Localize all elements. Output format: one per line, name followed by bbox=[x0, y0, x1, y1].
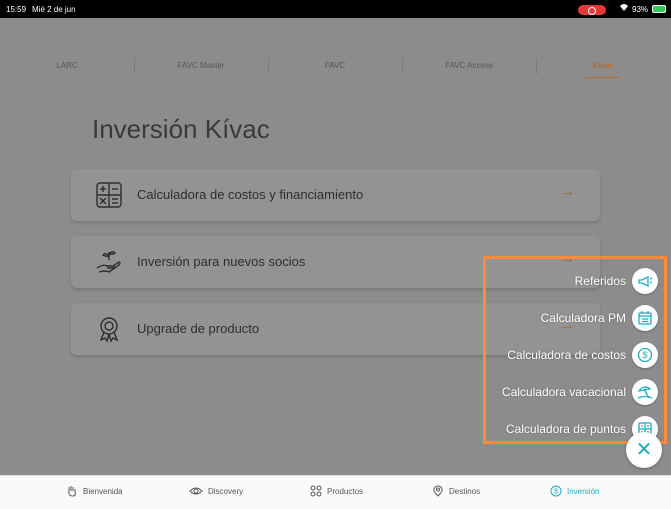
hand-wave-icon bbox=[68, 486, 76, 497]
fab-item-label: Calculadora de costos bbox=[507, 348, 626, 362]
fab-item-calculadora-vacacional[interactable]: Calculadora vacacional bbox=[502, 377, 658, 407]
status-time: 15:59 bbox=[6, 5, 27, 14]
card-label: Inversión para nuevos socios bbox=[137, 254, 306, 269]
svg-text:$: $ bbox=[642, 350, 647, 360]
tab-label: FAVC bbox=[324, 61, 346, 70]
beach-umbrella-icon bbox=[632, 379, 658, 405]
calculator-icon bbox=[95, 181, 123, 209]
eye-icon bbox=[189, 487, 203, 495]
nav-item-discovery[interactable]: Discovery bbox=[189, 485, 243, 497]
app-content: LARC FAVC Master FAVC FAVC Access Kívac … bbox=[0, 18, 671, 475]
hand-plant-icon bbox=[95, 248, 123, 276]
close-icon: ✕ bbox=[635, 439, 653, 461]
status-bar: 15:59 Mié 2 de jun 93% bbox=[0, 0, 671, 18]
status-date: Mié 2 de jun bbox=[32, 5, 76, 14]
fab-item-calculadora-costos[interactable]: Calculadora de costos $ bbox=[507, 340, 658, 370]
card-calculadora-costos[interactable]: Calculadora de costos y financiamiento → bbox=[71, 169, 600, 221]
nav-item-bienvenida[interactable]: Bienvenida bbox=[66, 485, 123, 497]
tab-favc-master[interactable]: FAVC Master bbox=[134, 58, 268, 80]
nav-label: Inversión bbox=[567, 486, 600, 496]
active-tab-indicator bbox=[586, 77, 620, 78]
tab-label: LARC bbox=[56, 61, 78, 70]
battery-icon bbox=[652, 5, 666, 13]
nav-label: Destinos bbox=[449, 486, 481, 496]
dollar-coin-icon: $ bbox=[632, 342, 658, 368]
page-title: Inversión Kívac bbox=[92, 114, 270, 144]
nav-item-destinos[interactable]: Destinos bbox=[432, 485, 480, 497]
nav-item-productos[interactable]: Productos bbox=[310, 485, 363, 497]
nav-item-inversion[interactable]: $ Inversión bbox=[550, 485, 599, 497]
card-label: Upgrade de producto bbox=[137, 321, 260, 336]
arrow-right-icon: → bbox=[559, 183, 575, 200]
bottom-nav: Bienvenida Discovery Productos Destinos … bbox=[0, 475, 671, 509]
fab-item-label: Calculadora de puntos bbox=[505, 422, 626, 436]
award-badge-icon bbox=[95, 315, 123, 343]
nav-label: Bienvenida bbox=[83, 486, 123, 496]
dollar-circle-icon: $ bbox=[550, 485, 562, 497]
fab-item-calculadora-pm[interactable]: Calculadora PM bbox=[541, 303, 658, 333]
tab-kivac[interactable]: Kívac bbox=[536, 58, 670, 80]
tab-larc[interactable]: LARC bbox=[0, 58, 134, 80]
nav-label: Discovery bbox=[208, 486, 244, 496]
map-pin-icon bbox=[433, 485, 443, 497]
close-fab-button[interactable]: ✕ bbox=[626, 432, 662, 468]
tab-favc[interactable]: FAVC bbox=[268, 58, 402, 80]
tab-label: FAVC Access bbox=[445, 61, 493, 70]
card-label: Calculadora de costos y financiamiento bbox=[137, 187, 364, 202]
tab-favc-access[interactable]: FAVC Access bbox=[402, 58, 536, 80]
wifi-icon bbox=[619, 3, 629, 14]
tab-bar: LARC FAVC Master FAVC FAVC Access Kívac bbox=[0, 58, 671, 80]
fab-menu-panel: Referidos Calculadora PM Calculadora de … bbox=[483, 256, 667, 444]
battery-percentage: 93% bbox=[632, 5, 649, 14]
megaphone-icon bbox=[632, 268, 658, 294]
tab-label: Kívac bbox=[592, 61, 614, 70]
nav-label: Productos bbox=[327, 486, 364, 496]
screen-record-icon bbox=[578, 5, 606, 15]
fab-item-label: Referidos bbox=[574, 274, 626, 288]
tab-label: FAVC Master bbox=[177, 61, 225, 70]
fab-item-label: Calculadora vacacional bbox=[501, 385, 626, 399]
fab-item-referidos[interactable]: Referidos bbox=[575, 266, 658, 296]
fab-item-label: Calculadora PM bbox=[540, 311, 626, 325]
svg-text:$: $ bbox=[554, 489, 558, 496]
grid-icon bbox=[310, 485, 322, 497]
calendar-icon bbox=[632, 305, 658, 331]
